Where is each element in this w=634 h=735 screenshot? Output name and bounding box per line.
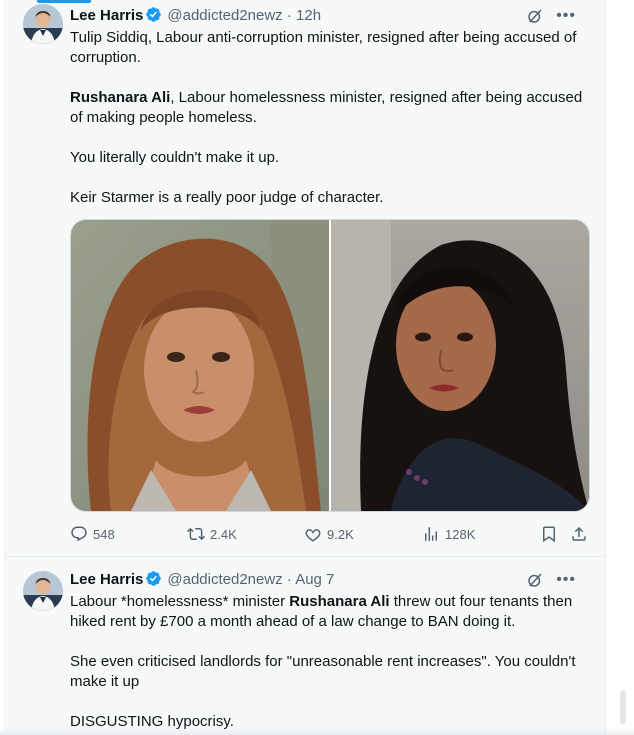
timestamp[interactable]: · Aug 7 <box>287 571 335 588</box>
tweet-media[interactable] <box>70 219 590 512</box>
author-name[interactable]: Lee Harris <box>70 7 143 24</box>
more-icon[interactable]: ••• <box>556 5 576 27</box>
avatar[interactable] <box>23 571 63 611</box>
share-icon <box>572 526 586 541</box>
tweet-paragraph: Keir Starmer is a really poor judge of c… <box>70 189 384 206</box>
more-icon[interactable]: ••• <box>556 569 576 591</box>
tweet-paragraph: Tulip Siddiq, Labour anti-corruption min… <box>70 29 577 66</box>
photo-woman-dark-hair[interactable] <box>331 220 589 511</box>
tweet-paragraph: Rushanara Ali, Labour homelessness minis… <box>70 88 590 128</box>
tweet[interactable]: Lee Harris @addicted2newz · 12h ••• Tulip… <box>5 0 605 557</box>
author-handle[interactable]: @addicted2newz <box>167 571 282 588</box>
author-name[interactable]: Lee Harris <box>70 571 143 588</box>
repost-button[interactable]: 2.4K <box>187 524 237 544</box>
tweet-paragraph: Labour *homelessness* minister Rushanara… <box>70 592 590 632</box>
tweet-header: Lee Harris @addicted2newz · Aug 7 ••• <box>70 569 590 591</box>
tweet-bold-name: Rushanara Ali <box>70 89 171 106</box>
bookmark-icon <box>543 526 555 543</box>
reply-button[interactable]: 548 <box>70 524 115 544</box>
bottom-edge <box>0 728 634 735</box>
like-icon <box>305 529 321 542</box>
author-handle[interactable]: @addicted2newz <box>167 7 282 24</box>
like-button[interactable]: 9.2K <box>304 524 354 544</box>
reply-count: 548 <box>93 526 115 542</box>
tweet-text-run: Labour *homelessness* minister <box>70 593 290 610</box>
reply-icon <box>71 526 87 542</box>
tweet-header: Lee Harris @addicted2newz · 12h ••• <box>70 5 590 27</box>
share-button[interactable] <box>570 524 588 544</box>
photo-woman-light-brown-hair[interactable] <box>71 220 329 511</box>
timestamp[interactable]: · 12h <box>287 7 321 24</box>
like-count: 9.2K <box>327 526 354 542</box>
verified-badge-icon <box>146 7 162 22</box>
views-count: 128K <box>445 526 476 542</box>
repost-count: 2.4K <box>210 526 237 542</box>
tweet-bold-name: Rushanara Ali <box>289 593 390 610</box>
verified-badge-icon <box>146 571 162 586</box>
grok-icon[interactable] <box>526 7 544 25</box>
tweet-text: Tulip Siddiq, Labour anti-corruption min… <box>70 28 590 208</box>
tweet[interactable]: Lee Harris @addicted2newz · Aug 7 ••• Lab… <box>5 557 605 735</box>
bookmark-button[interactable] <box>540 524 558 544</box>
views-button[interactable]: 128K <box>422 524 475 544</box>
scrollbar[interactable] <box>620 690 626 724</box>
tweet-paragraph: You literally couldn't make it up. <box>70 149 280 166</box>
avatar[interactable] <box>23 4 63 44</box>
grok-icon[interactable] <box>526 571 544 589</box>
timeline: Lee Harris @addicted2newz · 12h ••• Tulip… <box>4 0 606 735</box>
tweet-paragraph: She even criticised landlords for "unrea… <box>70 653 576 690</box>
tweet-text: Labour *homelessness* minister Rushanara… <box>70 592 590 732</box>
repost-icon <box>187 527 205 541</box>
views-icon <box>425 527 437 541</box>
tweet-actions: 548 2.4K 9.2K 128K <box>70 524 590 544</box>
